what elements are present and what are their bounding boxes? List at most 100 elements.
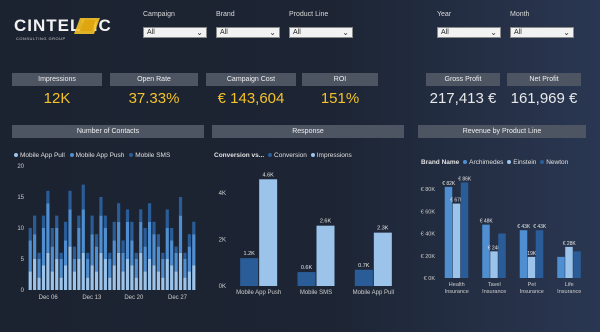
filter-year-label: Year — [437, 11, 452, 18]
contacts-chart-title: Number of Contacts — [12, 125, 204, 138]
contact-bar-segment — [99, 215, 103, 253]
y-tick-label: 4K — [219, 191, 226, 197]
contact-bar-segment — [33, 234, 37, 259]
kpi-open-rate: Open Rate 37.33% — [110, 73, 198, 107]
contact-bar-segment — [28, 240, 32, 272]
contact-bar-segment — [139, 221, 143, 253]
filter-month-dropdown[interactable]: All ⌄ — [510, 27, 574, 38]
contact-bar-segment — [130, 240, 134, 266]
legend-label: Newton — [546, 159, 569, 166]
kpi-impressions-label: Impressions — [12, 73, 102, 86]
contact-bar-segment — [72, 259, 77, 272]
revenue-bar — [460, 182, 469, 278]
contact-bar-segment — [41, 265, 46, 290]
x-tick-label: Dec 13 — [82, 295, 102, 300]
contact-bar-segment — [125, 209, 130, 222]
contact-bar-segment — [156, 234, 161, 247]
contact-bar-segment — [187, 271, 191, 290]
contact-bar-segment — [37, 259, 41, 278]
contact-bar-segment — [90, 215, 94, 235]
contact-bar-segment — [187, 246, 191, 272]
contact-bar-segment — [112, 265, 116, 290]
kpi-open-rate-value: 37.33% — [128, 90, 180, 107]
contact-bar-segment — [178, 252, 183, 290]
legend-item-app-pull: Mobile App Pull — [14, 152, 65, 159]
contact-bar-segment — [63, 265, 68, 290]
legend-label: Mobile SMS — [135, 152, 171, 159]
contact-bar-segment — [59, 252, 63, 259]
kpi-campaign-cost: Campaign Cost € 143,604 — [206, 73, 296, 107]
contact-bar-segment — [112, 221, 116, 241]
contact-bar-segment — [68, 190, 72, 210]
legend-item-conversion: Conversion — [268, 152, 307, 159]
y-tick-label: € 20K — [421, 254, 436, 260]
revenue-legend: Brand Name Archimedes Einstein Newton — [421, 159, 568, 166]
kpi-gross-profit-label: Gross Profit — [426, 73, 500, 86]
filter-brand-dropdown[interactable]: All ⌄ — [216, 27, 280, 38]
contact-bar-segment — [99, 197, 103, 216]
contact-bar-segment — [77, 259, 81, 290]
filter-year-value: All — [441, 29, 449, 36]
contact-bar-segment — [174, 246, 178, 253]
contact-bar-segment — [77, 215, 81, 228]
data-label: 0.7K — [358, 263, 370, 269]
contact-bar-segment — [161, 277, 165, 290]
revenue-bar — [452, 203, 461, 278]
legend-dot-icon — [69, 153, 74, 158]
contact-bar-segment — [192, 221, 196, 235]
legend-dot-icon — [507, 160, 512, 165]
legend-dot-icon — [540, 160, 545, 165]
contact-bar-segment — [55, 228, 59, 259]
contact-bar-segment — [94, 271, 99, 290]
y-tick-label: 5 — [21, 257, 25, 263]
contact-bar-segment — [81, 209, 85, 253]
contact-bar-segment — [108, 277, 112, 290]
kpi-gross-profit-value: 217,413 € — [429, 90, 497, 107]
response-bar — [373, 232, 392, 286]
contact-bar-segment — [143, 271, 147, 290]
data-label: 4.6K — [263, 172, 275, 178]
contact-bar-segment — [139, 209, 143, 222]
contact-bar-segment — [99, 252, 103, 290]
x-tick-label: Dec 20 — [124, 295, 144, 300]
contact-bar-segment — [112, 240, 116, 266]
contact-bar-segment — [28, 271, 32, 290]
legend-dot-icon — [129, 153, 134, 158]
contact-bar-segment — [55, 259, 59, 290]
contact-bar-segment — [63, 240, 68, 266]
y-tick-label: € 80K — [421, 187, 436, 193]
y-tick-label: 20 — [17, 164, 24, 170]
contact-bar-segment — [90, 234, 94, 266]
revenue-bar — [519, 230, 528, 278]
legend-item-archimedes: Archimedes — [463, 159, 503, 166]
contact-bar-segment — [72, 246, 77, 259]
x-tick-label: Insurance — [520, 289, 544, 295]
contact-bar-segment — [130, 221, 134, 241]
revenue-bar — [527, 256, 536, 278]
revenue-chart-title: Revenue by Product Line — [418, 125, 586, 138]
data-label: 2.3K — [377, 226, 389, 232]
contact-bar-segment — [68, 246, 72, 290]
contact-bar-segment — [33, 259, 37, 290]
filter-campaign-dropdown[interactable]: All ⌄ — [143, 27, 207, 38]
kpi-impressions-value: 12K — [43, 90, 71, 107]
revenue-bar — [573, 251, 581, 278]
y-tick-label: 0K — [219, 284, 226, 290]
x-tick-label: Mobile App Pull — [353, 290, 394, 296]
contact-bar-segment — [94, 246, 99, 272]
x-tick-label: Life — [565, 282, 574, 288]
response-bar — [316, 225, 335, 286]
contact-bar-segment — [165, 209, 169, 228]
filter-campaign-label: Campaign — [143, 11, 175, 18]
filter-month-value: All — [514, 29, 522, 36]
contact-bar-segment — [37, 277, 41, 290]
contact-bar-segment — [134, 259, 138, 278]
y-tick-label: 2K — [219, 238, 226, 244]
contact-bar-segment — [152, 265, 156, 290]
contact-bar-segment — [170, 240, 174, 266]
contact-bar-segment — [161, 252, 165, 259]
filter-product-line-dropdown[interactable]: All ⌄ — [289, 27, 353, 38]
contact-bar-segment — [121, 252, 125, 272]
contact-bar-segment — [121, 240, 125, 253]
filter-year-dropdown[interactable]: All ⌄ — [437, 27, 501, 38]
